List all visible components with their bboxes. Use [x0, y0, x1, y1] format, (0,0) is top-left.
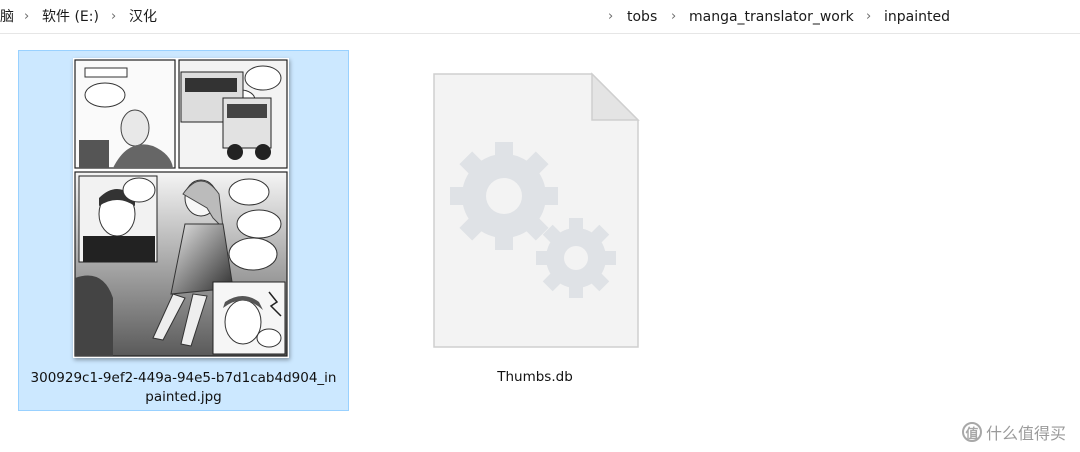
- breadcrumb-separator-icon[interactable]: ›: [671, 8, 676, 26]
- file-name-line2: painted.jpg: [145, 389, 222, 405]
- breadcrumb-separator-icon[interactable]: ›: [866, 8, 871, 26]
- breadcrumb-separator-icon[interactable]: ›: [111, 8, 116, 26]
- system-file-gears-icon: [433, 72, 640, 348]
- address-bar[interactable]: 脑 › 软件 (E:) › 汉化 › tobs › manga_translat…: [0, 0, 1080, 34]
- file-item-thumbs-db[interactable]: Thumbs.db: [420, 62, 650, 392]
- file-name-line1: 300929c1-9ef2-449a-94e5-b7d1cab4d904_in: [30, 370, 337, 386]
- smzdm-logo-icon: 值: [961, 422, 982, 442]
- breadcrumb-item-drive[interactable]: 软件 (E:): [42, 8, 99, 26]
- breadcrumb-item-computer[interactable]: 脑: [0, 8, 14, 26]
- breadcrumb-item-inpainted[interactable]: inpainted: [884, 8, 950, 26]
- manga-image-thumbnail: [73, 58, 289, 358]
- breadcrumb-item-tobs[interactable]: tobs: [627, 8, 657, 26]
- watermark-text: 什么值得买: [985, 424, 1066, 443]
- file-name: Thumbs.db: [497, 369, 573, 385]
- breadcrumb-item-work[interactable]: manga_translator_work: [689, 8, 854, 26]
- breadcrumb-separator-icon[interactable]: ›: [608, 8, 613, 26]
- breadcrumb-separator-icon[interactable]: ›: [24, 8, 29, 26]
- file-item-manga-jpg[interactable]: 300929c1-9ef2-449a-94e5-b7d1cab4d904_in …: [18, 50, 349, 411]
- watermark: 值 什么值得买: [961, 420, 1066, 444]
- breadcrumb-item-hanhua[interactable]: 汉化: [129, 8, 157, 26]
